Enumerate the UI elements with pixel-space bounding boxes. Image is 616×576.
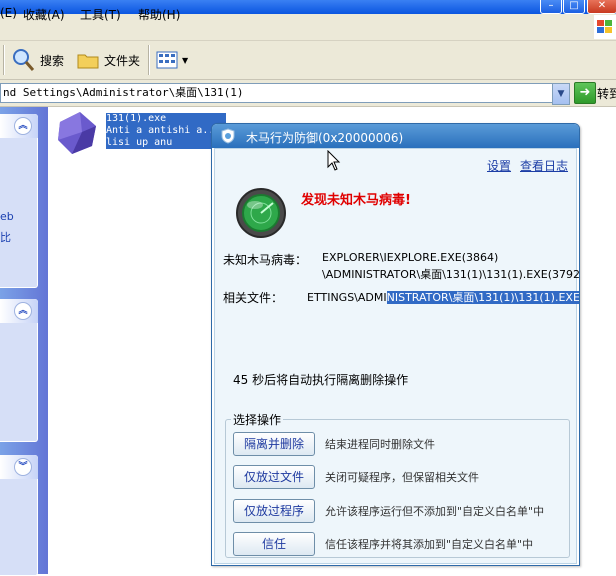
countdown-text: 45 秒后将自动执行隔离删除操作 (233, 373, 409, 387)
action-description: 结束进程同时删除文件 (325, 438, 435, 451)
address-dropdown-button[interactable]: ▼ (552, 83, 570, 105)
virus-path-line: \ADMINISTRATOR\桌面\131(1)\131(1).EXE(3792… (322, 268, 580, 281)
allow-file-button[interactable]: 仅放过文件 (233, 465, 315, 489)
radar-icon (236, 188, 286, 238)
task-panel-1-header[interactable]: ︽ (0, 114, 38, 138)
folders-button[interactable]: 文件夹 (76, 46, 140, 74)
toolbar-separator (3, 45, 5, 75)
file-name-line: Anti a antishi a... (106, 125, 221, 136)
task-panel-3-header[interactable]: ︾ (0, 455, 38, 479)
action-description: 信任该程序并将其添加到"自定义白名单"中 (325, 538, 534, 551)
task-panel-text[interactable]: 比 (0, 229, 11, 245)
trojan-defense-dialog: 木马行为防御(0x20000006) 设置 查看日志 发现未知木马病毒! 未知木… (211, 123, 580, 566)
trust-button[interactable]: 信任 (233, 532, 315, 556)
file-name-line: lisi up anu (106, 137, 173, 148)
go-button[interactable]: ➜ (574, 82, 596, 104)
task-panel-1 (0, 114, 38, 288)
menu-favorites[interactable]: 收藏(A) (23, 6, 65, 23)
dialog-body: 设置 查看日志 发现未知木马病毒! 未知木马病毒： EXPLORER\IEXPL… (214, 148, 580, 564)
chevron-down-icon: ▼ (557, 89, 565, 99)
task-panel-text[interactable]: eb (0, 210, 14, 223)
close-button[interactable]: ✕ (587, 0, 616, 14)
maximize-button[interactable]: □ (563, 0, 585, 14)
virus-label: 未知木马病毒： (223, 253, 308, 267)
view-log-link[interactable]: 查看日志 (520, 157, 568, 174)
folder-icon (77, 54, 99, 69)
related-file-path-selected: NISTRATOR\桌面\131(1)\131(1).EXE (386, 291, 580, 304)
related-file-path-text: ETTINGS\ADMI (307, 291, 387, 304)
dialog-titlebar[interactable]: 木马行为防御(0x20000006) (212, 124, 579, 148)
toolbar-separator (148, 45, 150, 75)
related-file-path[interactable]: ETTINGS\ADMINISTRATOR\桌面\131(1)\131(1).E… (307, 289, 580, 305)
file-name-label[interactable]: 131(1).exe Anti a antishi a... lisi up a… (106, 113, 226, 149)
search-button-label: 搜索 (40, 53, 65, 68)
settings-link[interactable]: 设置 (487, 157, 511, 174)
menu-tools[interactable]: 工具(T) (80, 6, 121, 23)
go-label[interactable]: 转到 (597, 85, 616, 102)
windows-logo-icon (594, 15, 616, 39)
minimize-button[interactable]: – (540, 0, 562, 14)
quarantine-delete-button[interactable]: 隔离并删除 (233, 432, 315, 456)
expand-icon[interactable]: ︾ (14, 458, 32, 476)
alert-message: 发现未知木马病毒! (301, 193, 411, 208)
task-panel-2-header[interactable]: ︽ (0, 299, 38, 323)
arrow-right-icon: ➜ (579, 85, 591, 100)
exe-file-icon[interactable] (52, 108, 102, 156)
search-button[interactable]: 搜索 (10, 46, 64, 74)
action-description: 允许该程序运行但不添加到"自定义白名单"中 (325, 505, 545, 518)
menu-edit[interactable]: (E) (0, 6, 17, 20)
action-group-label: 选择操作 (231, 411, 284, 428)
address-input[interactable]: nd Settings\Administrator\桌面\131(1) (0, 83, 558, 103)
dialog-title: 木马行为防御(0x20000006) (246, 131, 404, 145)
allow-program-button[interactable]: 仅放过程序 (233, 499, 315, 523)
mouse-cursor-icon (327, 150, 341, 171)
views-button[interactable]: ▼ (156, 46, 188, 74)
virus-path-line: EXPLORER\IEXPLORE.EXE(3864) (322, 251, 499, 264)
action-description: 关闭可疑程序，但保留相关文件 (325, 471, 479, 484)
views-icon (156, 51, 178, 69)
menu-help[interactable]: 帮助(H) (138, 6, 180, 23)
file-name-line: 131(1).exe (106, 113, 167, 124)
related-file-label: 相关文件： (223, 291, 284, 305)
search-icon (13, 49, 35, 71)
collapse-icon[interactable]: ︽ (14, 302, 32, 320)
collapse-icon[interactable]: ︽ (14, 117, 32, 135)
shield-icon (221, 128, 235, 144)
chevron-down-icon: ▼ (182, 55, 189, 65)
folders-button-label: 文件夹 (104, 53, 141, 68)
